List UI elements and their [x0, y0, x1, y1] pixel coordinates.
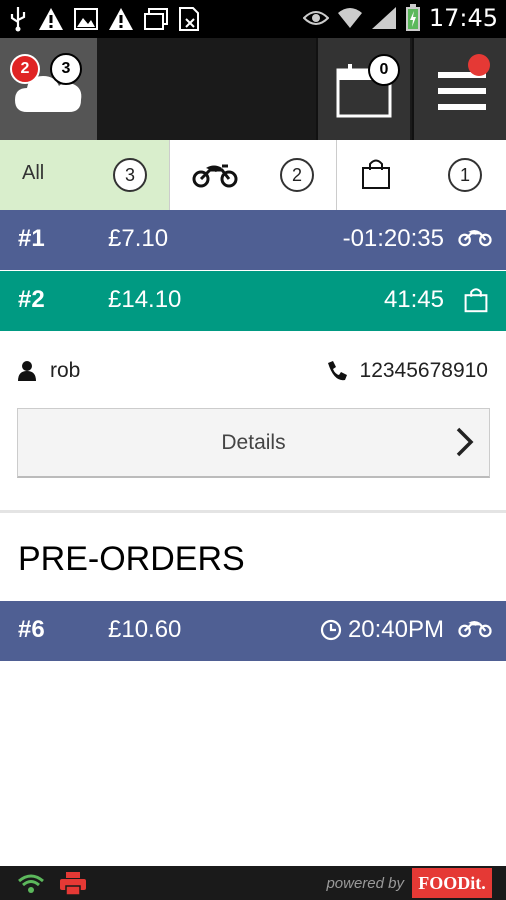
- order-price: £10.60: [108, 616, 182, 643]
- clock: 17:45: [428, 4, 498, 32]
- order-filter-tabs: All 3 2 1: [0, 140, 506, 210]
- image-icon: [74, 8, 98, 30]
- phone-icon: [327, 361, 347, 381]
- warning-icon: [109, 8, 133, 30]
- calendar-count-badge: 0: [368, 54, 400, 86]
- order-timer: -01:20:35: [343, 225, 444, 253]
- battery-icon: [405, 4, 420, 31]
- preorder-row[interactable]: #6 £10.60 20:40PM: [0, 601, 506, 661]
- clock-icon: [320, 619, 342, 641]
- motorbike-icon: [458, 620, 492, 638]
- status-bar-notifications: [8, 6, 200, 32]
- tab-all-label: All: [22, 162, 45, 184]
- powered-by-label: powered by: [326, 875, 404, 892]
- order-timer: 41:45: [384, 286, 444, 314]
- cloud-count-badge: 3: [50, 53, 82, 85]
- online-status-button[interactable]: 2 3: [0, 38, 97, 140]
- order-timer-value: -01:20:35: [342, 225, 444, 252]
- person-icon: [18, 361, 36, 381]
- shopping-bag-icon: [464, 288, 488, 313]
- tab-collection-count: 1: [448, 158, 482, 192]
- shopping-bag-icon: [362, 159, 390, 189]
- warning-icon: [39, 8, 63, 30]
- order-row[interactable]: #1 £7.10 -01:20:35: [0, 210, 506, 270]
- order-detail: rob 12345678910: [0, 355, 506, 391]
- signal-icon: [371, 7, 396, 29]
- customer-phone[interactable]: 12345678910: [326, 359, 488, 383]
- cloud-alert-badge: 2: [10, 54, 40, 84]
- hamburger-menu-icon: [438, 72, 486, 110]
- preorders-heading: PRE-ORDERS: [18, 540, 245, 578]
- phone-number: 12345678910: [359, 359, 488, 382]
- footer-bar: powered by FOODit.: [0, 866, 506, 900]
- customer-name: rob: [50, 359, 81, 382]
- order-number: #2: [18, 286, 45, 313]
- order-scheduled-time: 20:40PM: [320, 616, 444, 644]
- printer-icon: [60, 872, 86, 896]
- order-number: #6: [18, 616, 45, 643]
- tab-delivery[interactable]: 2: [170, 140, 337, 210]
- order-row[interactable]: #2 £14.10 41:45: [0, 271, 506, 331]
- order-scheduled-time-value: 20:40PM: [347, 616, 444, 643]
- wifi-icon: [18, 874, 44, 893]
- file-icon: [179, 7, 199, 31]
- preorders-calendar-button[interactable]: 0: [316, 38, 410, 140]
- order-price: £14.10: [108, 286, 182, 313]
- brand-logo: FOODit.: [412, 868, 492, 898]
- eye-icon: [302, 11, 329, 25]
- details-button[interactable]: Details: [17, 408, 490, 478]
- status-bar-system: 17:45: [302, 4, 498, 32]
- order-price: £7.10: [108, 225, 169, 252]
- details-button-label: Details: [221, 431, 286, 454]
- wifi-icon: [337, 8, 362, 28]
- chevron-right-icon: [456, 427, 474, 457]
- menu-button[interactable]: [412, 38, 506, 140]
- order-timer-value: 41:45: [383, 286, 444, 313]
- window-icon: [144, 8, 168, 30]
- customer-info: rob: [18, 359, 80, 383]
- usb-icon: [10, 7, 26, 32]
- tab-all-count: 3: [113, 158, 147, 192]
- tab-all[interactable]: All 3: [0, 140, 170, 210]
- tab-collection[interactable]: 1: [337, 140, 506, 210]
- motorbike-icon: [458, 229, 492, 247]
- section-divider: [0, 510, 506, 513]
- notification-dot: [468, 54, 490, 76]
- tab-delivery-count: 2: [280, 158, 314, 192]
- motorbike-icon: [192, 164, 238, 188]
- app-header: 2 3 0: [0, 38, 506, 140]
- status-bar: 17:45: [0, 0, 506, 38]
- order-number: #1: [18, 225, 45, 252]
